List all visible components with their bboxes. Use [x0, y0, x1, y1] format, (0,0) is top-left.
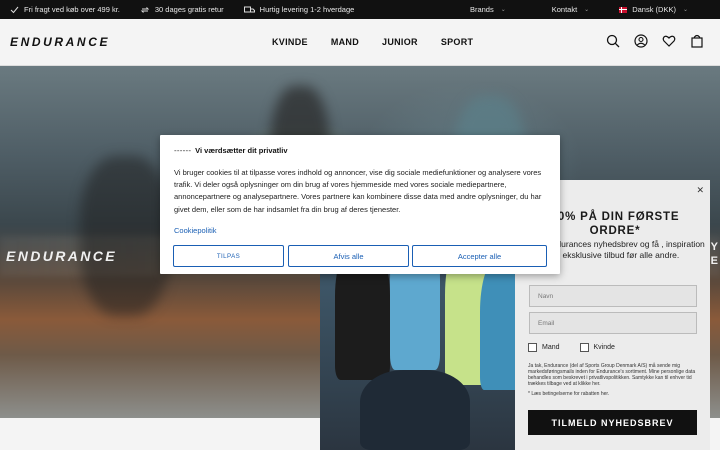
brands-label: Brands [469, 5, 494, 14]
search-icon[interactable] [606, 34, 620, 48]
hero-logo: ENDURANCE [6, 248, 118, 264]
subscribe-button[interactable]: TILMELD NYHEDSBREV [528, 410, 697, 435]
gender-options: Mand Kvinde [528, 343, 615, 352]
cookiebot-logo-icon: - - - - - - [174, 146, 191, 155]
mand-checkbox[interactable] [528, 343, 537, 352]
cookie-policy-link[interactable]: Cookiepolitik [174, 226, 217, 235]
customize-button[interactable]: TILPAS [173, 245, 284, 267]
usp-delivery: Hurtig levering 1-2 hverdage [243, 5, 355, 14]
usp-returns: 30 dages gratis retur [140, 5, 224, 14]
reject-all-button[interactable]: Afvis alle [288, 245, 409, 267]
contact-dropdown[interactable]: Kontakt ⌄ [552, 5, 589, 14]
usp-text: Hurtig levering 1-2 hverdage [259, 5, 355, 14]
hero-partial-text: YE [710, 241, 718, 267]
usp-text: 30 dages gratis retur [154, 5, 224, 14]
chevron-down-icon: ⌄ [682, 7, 688, 13]
check-icon [10, 6, 19, 13]
cookie-title: Vi værdsætter dit privatliv [195, 146, 288, 155]
country-label: Dansk (DKK) [632, 5, 676, 14]
name-field[interactable]: Navn [529, 285, 697, 307]
email-field[interactable]: Email [529, 312, 697, 334]
shopping-bag-icon[interactable] [690, 34, 704, 48]
nav-junior[interactable]: JUNIOR [382, 37, 418, 47]
top-bar: Fri fragt ved køb over 499 kr. 30 dages … [0, 0, 720, 19]
discount-terms-note: * Læs betingelserne for rabatten her. [528, 391, 610, 397]
usp-text: Fri fragt ved køb over 499 kr. [24, 5, 120, 14]
person-figure [360, 370, 470, 450]
chevron-down-icon: ⌄ [584, 7, 590, 13]
nav-kvinde[interactable]: KVINDE [272, 37, 308, 47]
hero-runner-image [80, 156, 170, 316]
cookie-body-text: Vi bruger cookies til at tilpasse vores … [174, 168, 542, 214]
mand-label: Mand [542, 344, 560, 351]
wishlist-heart-icon[interactable] [662, 34, 676, 48]
main-nav: KVINDE MAND JUNIOR SPORT [272, 37, 496, 47]
usp-free-shipping: Fri fragt ved køb over 499 kr. [10, 5, 120, 14]
return-icon [140, 6, 150, 13]
kvinde-checkbox[interactable] [579, 343, 589, 352]
close-icon[interactable]: ✕ [696, 185, 704, 196]
cookie-consent-dialog: - - - - - - Vi værdsætter dit privatliv … [160, 135, 560, 274]
kvinde-label: Kvinde [593, 344, 615, 351]
nav-sport[interactable]: SPORT [441, 37, 474, 47]
brands-dropdown[interactable]: Brands ⌄ [470, 5, 506, 14]
contact-label: Kontakt [551, 5, 578, 14]
consent-text: Ja tak, Endurance (del af Sports Group D… [528, 363, 696, 387]
accept-all-button[interactable]: Accepter alle [412, 245, 547, 267]
person-figure [480, 260, 515, 390]
site-logo[interactable]: ENDURANCE [10, 35, 110, 49]
account-icon[interactable] [634, 34, 648, 48]
site-header: ENDURANCE KVINDE MAND JUNIOR SPORT [0, 19, 720, 66]
denmark-flag-icon [619, 6, 628, 13]
truck-icon [243, 6, 255, 12]
chevron-down-icon: ⌄ [500, 7, 506, 13]
nav-mand[interactable]: MAND [331, 37, 359, 47]
country-selector[interactable]: Dansk (DKK) ⌄ [619, 5, 688, 14]
